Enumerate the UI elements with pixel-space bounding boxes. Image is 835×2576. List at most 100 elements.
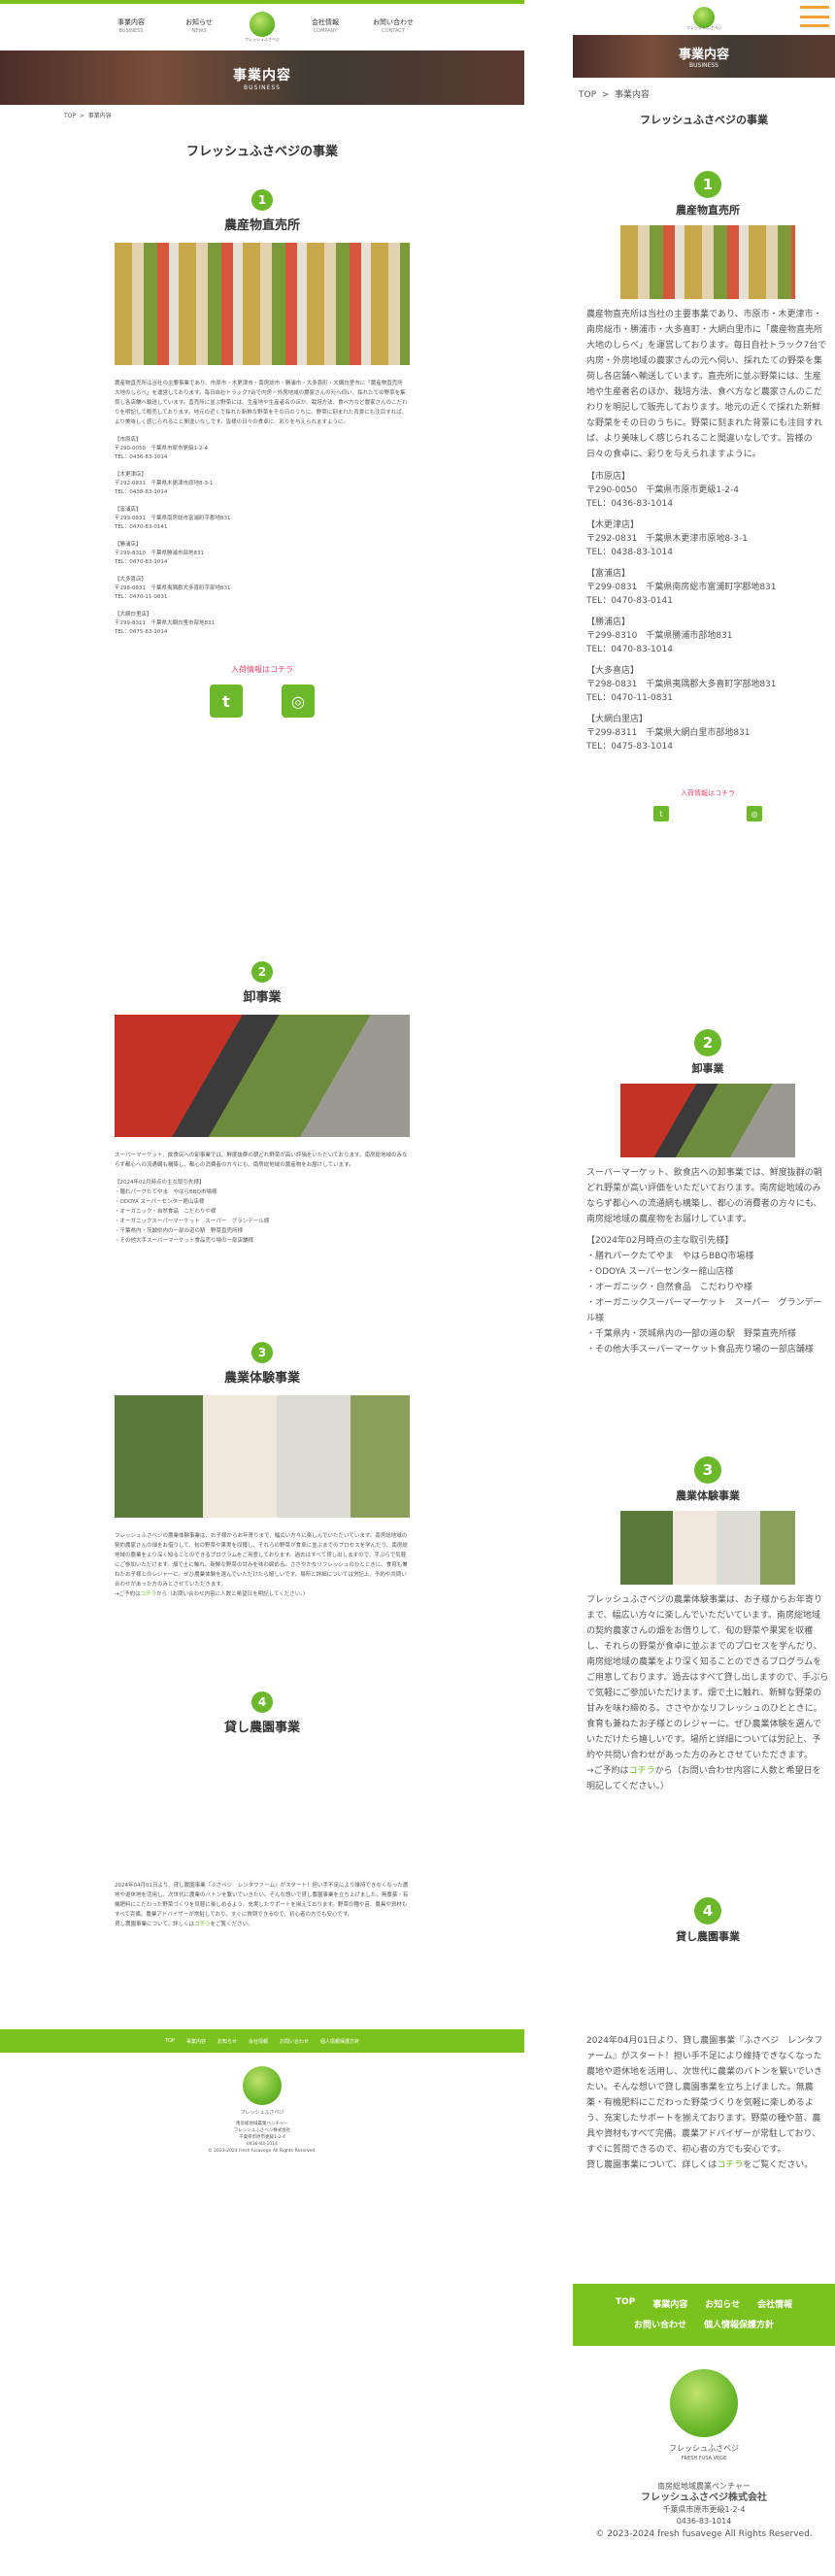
- breadcrumb: TOP > 事業内容: [573, 78, 835, 100]
- site-header: 事業内容 BUSINESS お知らせ NEWS フレッシュふさベジ 会社情報 COMP…: [0, 4, 524, 50]
- footer-nav-business[interactable]: 事業内容: [652, 2297, 687, 2312]
- store-name: 【木更津店】: [115, 472, 148, 478]
- store-name: 【大多喜店】: [115, 577, 148, 583]
- rental-link[interactable]: コチラ: [194, 1922, 211, 1927]
- store-address: 〒290-0050 千葉県市原市更級1-2-4: [115, 446, 208, 452]
- reservation-note: →ご予約はコチラから（お問い合わせ内容に人数と希望日を明記してください。）: [115, 1589, 410, 1599]
- store-name: 【大多喜店】: [586, 666, 640, 676]
- twitter-icon[interactable]: t: [653, 806, 669, 821]
- footer-copyright: © 2023-2024 fresh fusavege All Rights Re…: [595, 2529, 813, 2539]
- store-info: 【木更津店】 〒292-0831 千葉県木更津市原地8-3-1 TEL：0438-8…: [586, 519, 829, 559]
- nav-news[interactable]: お知らせ NEWS: [165, 18, 233, 36]
- reservation-link[interactable]: コチラ: [629, 1766, 655, 1776]
- section-wholesale: 2 卸事業 スーパーマーケット、飲食店への卸事業では、鮮度抜群の朝どれ野菜が高い…: [586, 1029, 829, 1357]
- store-tel: TEL：0436-83-1014: [115, 454, 168, 460]
- nav-business-en: BUSINESS: [118, 28, 144, 34]
- footer-nav-top[interactable]: TOP: [165, 2038, 175, 2044]
- page-title: フレッシュふさベジの事業: [640, 114, 768, 126]
- nav-news-en: NEWS: [191, 28, 207, 34]
- section-direct-sales: 1 農産物直売所 農産物直売所は当社の主要事業であり、市原市・木更津市・南房総市…: [586, 171, 831, 821]
- client-item: ・膳れパークたてやま やはらBBQ市場様: [586, 1252, 754, 1261]
- footer: フレッシュふさベジ 南房総地域農業ベンチャー フレッシュふさベジ株式会社 千葉県…: [0, 2066, 524, 2155]
- breadcrumb-top[interactable]: TOP: [64, 113, 76, 119]
- section-text: 2024年04月01日より、貸し農園事業『ふさベジ レンタファーム』がスタート！…: [115, 1883, 409, 1918]
- store-address: 〒299-0831 千葉県南房総市富浦町字郡地831: [586, 583, 777, 592]
- store-info: 【富浦店】 〒299-0831 千葉県南房総市富浦町字郡地831 TEL：0470-…: [115, 506, 410, 532]
- store-info: 【市原店】 〒290-0050 千葉県市原市更級1-2-4 TEL：0436-83-…: [115, 436, 410, 462]
- store-tel: TEL：0438-83-1014: [115, 489, 168, 495]
- store-tel: TEL：0470-83-0141: [586, 596, 673, 606]
- client-item: ・千葉県内・茨城県内の一部の道の駅 野菜直売所様: [115, 1228, 244, 1234]
- rental-link[interactable]: コチラ: [717, 2160, 743, 2170]
- nav-company-label: 会社情報: [312, 18, 339, 26]
- store-info: 【大網白里店】 〒299-8311 千葉県大網白里市部地831 TEL：0475-8…: [586, 713, 829, 753]
- footer-nav-privacy[interactable]: 個人情報保護方針: [704, 2318, 774, 2332]
- section-number: 1: [251, 189, 273, 211]
- store-tel: TEL：0475-83-1014: [586, 742, 673, 752]
- client-item: ・オーガニックスーパーマーケット スーパー グランデール様: [115, 1219, 270, 1224]
- nav-company[interactable]: 会社情報 COMPANY: [291, 18, 359, 36]
- nav-contact-label: お問い合わせ: [373, 18, 414, 26]
- header-nav-right: 会社情報 COMPANY お問い合わせ CONTACT: [291, 18, 427, 36]
- store-info: 【勝浦店】 〒299-8310 千葉県勝浦市部地831 TEL：0470-83-10…: [115, 541, 410, 567]
- footer-nav-contact[interactable]: お問い合わせ: [280, 2038, 309, 2045]
- footer-nav: TOP 事業内容 お知らせ 会社情報 お問い合わせ 個人情報保護方針: [0, 2029, 524, 2053]
- section-rental-farm: 4 貸し農園事業 2024年04月01日より、貸し農園事業『ふさベジ レンタファ…: [115, 1691, 410, 1929]
- rental-suffix: をご覧ください。: [210, 1922, 253, 1927]
- store-tel: TEL：0470-83-1014: [586, 645, 673, 654]
- arrival-info-link[interactable]: 入荷情報はコチラ: [586, 788, 829, 798]
- footer-nav-news[interactable]: お知らせ: [217, 2038, 237, 2045]
- breadcrumb-separator: >: [601, 90, 610, 100]
- store-name: 【富浦店】: [115, 507, 142, 513]
- section-direct-sales: 1 農産物直売所 農産物直売所は当社の主要事業であり、市原市・木更津市・南房総市…: [115, 189, 410, 718]
- store-address: 〒299-8311 千葉県大網白里市部地831: [115, 620, 215, 626]
- footer-nav-company[interactable]: 会社情報: [757, 2297, 792, 2312]
- store-address: 〒298-0831 千葉県夷隅郡大多喜町字部地831: [115, 585, 231, 591]
- twitter-icon[interactable]: t: [210, 685, 243, 718]
- store-address: 〒298-0831 千葉県夷隅郡大多喜町字部地831: [586, 680, 777, 689]
- footer-nav-contact[interactable]: お問い合わせ: [634, 2318, 686, 2332]
- section-number: 2: [694, 1029, 721, 1056]
- section-heading: 卸事業: [691, 1062, 724, 1075]
- breadcrumb-current: 事業内容: [615, 90, 651, 100]
- footer-cabbage-logo-icon: [243, 2066, 282, 2105]
- section-farm-experience: 3 農業体験事業 フレッシュふさベジの農業体験事業は、お子様からお年寄りまで、幅…: [115, 1342, 410, 1599]
- client-item: ・ODOYA スーパーセンター館山店様: [586, 1267, 734, 1277]
- footer-nav-news[interactable]: お知らせ: [705, 2297, 740, 2312]
- instagram-icon[interactable]: ◎: [747, 806, 762, 821]
- footer-nav-company[interactable]: 会社情報: [249, 2038, 268, 2045]
- section-text: スーパーマーケット、飲食店への卸事業では、鮮度抜群の朝どれ野菜が高い評価をいただ…: [586, 1168, 822, 1224]
- mobile-header: フレッシュふさベジ: [573, 0, 835, 35]
- breadcrumb-top[interactable]: TOP: [579, 90, 596, 100]
- section-number: 4: [251, 1691, 273, 1713]
- hamburger-menu-icon[interactable]: [800, 6, 829, 27]
- desktop-preview: 事業内容 BUSINESS お知らせ NEWS フレッシュふさベジ 会社情報 COMP…: [0, 0, 524, 2576]
- nav-contact-en: CONTACT: [382, 28, 405, 34]
- nav-contact[interactable]: お問い合わせ CONTACT: [359, 18, 427, 36]
- footer-nav-privacy[interactable]: 個人情報保護方針: [320, 2038, 359, 2045]
- header-logo[interactable]: フレッシュふさベジ: [233, 12, 291, 43]
- hero-banner: 事業内容 BUSINESS: [0, 50, 524, 105]
- footer-copyright: © 2023-2024 fresh fusavege All Rights Re…: [208, 2149, 317, 2154]
- social-links: t ◎: [115, 685, 410, 718]
- store-info: 【富浦店】 〒299-0831 千葉県南房総市富浦町字郡地831 TEL：0470-…: [586, 567, 829, 608]
- client-item: ・オーガニック・自然食品 こだわりや様: [586, 1283, 752, 1292]
- reservation-link[interactable]: コチラ: [141, 1591, 157, 1597]
- nav-business[interactable]: 事業内容 BUSINESS: [97, 18, 165, 36]
- store-tel: TEL：0475-83-1014: [115, 629, 168, 635]
- store-address: 〒290-0050 千葉県市原市更級1-2-4: [586, 485, 740, 495]
- logo-caption: フレッシュふさベジ: [245, 37, 280, 42]
- section-wholesale: 2 卸事業 スーパーマーケット、飲食店への卸事業では、鮮度抜群の朝どれ野菜が高い…: [115, 961, 410, 1246]
- instagram-icon[interactable]: ◎: [282, 685, 315, 718]
- client-item: ・その他大手スーパーマーケット食品売り場の一部店舗様: [115, 1238, 253, 1244]
- footer-nav-business[interactable]: 事業内容: [186, 2038, 206, 2045]
- footer-address: 千葉県市原市更級1-2-4: [662, 2505, 746, 2514]
- rental-note: 貸し農園事業について、詳しくはコチラをご覧ください。: [586, 2158, 829, 2173]
- footer-nav-top[interactable]: TOP: [616, 2297, 635, 2312]
- store-tel: TEL：0470-11-0831: [586, 693, 673, 703]
- arrival-info-link[interactable]: 入荷情報はコチラ: [115, 664, 410, 675]
- store-address: 〒299-8310 千葉県勝浦市部地831: [115, 551, 204, 556]
- hero-subtitle: BUSINESS: [689, 62, 718, 69]
- section-heading: 貸し農園事業: [676, 1930, 740, 1943]
- section-text: フレッシュふさベジの農業体験事業は、お子様からお年寄りまで、幅広い方々に楽しんで…: [586, 1595, 829, 1760]
